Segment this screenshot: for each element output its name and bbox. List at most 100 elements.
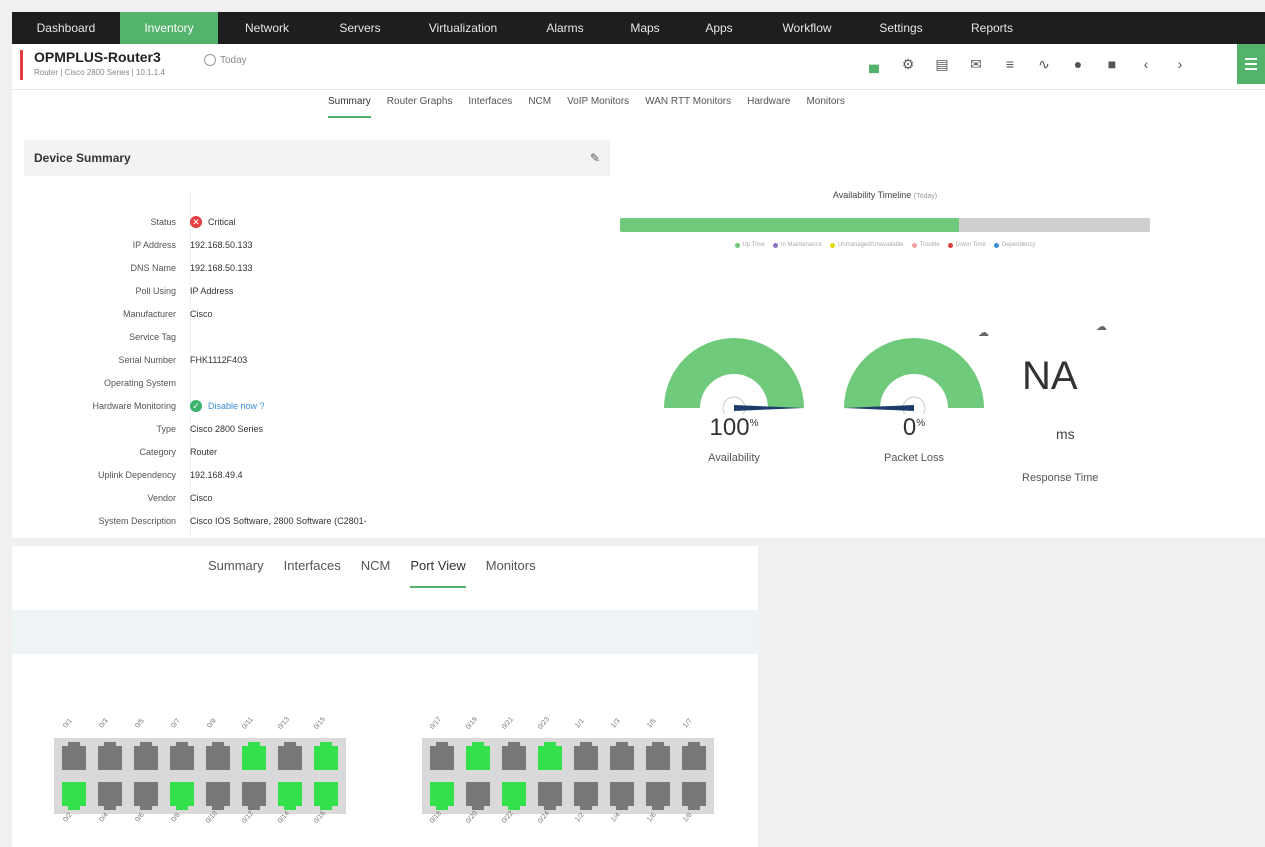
port-0-9[interactable]	[204, 742, 232, 770]
port-0-24[interactable]	[536, 782, 564, 810]
port-1-7[interactable]	[680, 742, 708, 770]
port-0-11[interactable]	[240, 742, 268, 770]
port-0-18[interactable]	[428, 782, 456, 810]
port-0-20[interactable]	[464, 782, 492, 810]
bottom-tab-port-view[interactable]: Port View	[410, 556, 466, 588]
port-icon	[502, 782, 526, 810]
globe-icon[interactable]: ●	[1066, 52, 1090, 76]
mail-icon[interactable]: ✉	[964, 52, 988, 76]
timeline-up-fill	[620, 218, 960, 232]
nav-item-inventory[interactable]: Inventory	[120, 12, 218, 44]
port-1-4[interactable]	[608, 782, 636, 810]
summary-value-text[interactable]: Disable now ?	[208, 401, 265, 411]
port-icon	[682, 742, 706, 770]
summary-key: Type	[156, 423, 176, 434]
port-0-17[interactable]	[428, 742, 456, 770]
menu-button[interactable]	[1237, 44, 1265, 84]
port-0-13[interactable]	[276, 742, 304, 770]
chevron-left-icon[interactable]: ‹	[1134, 52, 1158, 76]
cloud-icon[interactable]: ☁	[1096, 320, 1107, 333]
port-0-4[interactable]	[96, 782, 124, 810]
port-0-7[interactable]	[168, 742, 196, 770]
packet-loss-value: 0%	[840, 414, 988, 442]
bottom-tab-monitors[interactable]: Monitors	[486, 556, 536, 588]
summary-row: Vendor Cisco	[24, 486, 504, 509]
tab-summary[interactable]: Summary	[328, 90, 371, 118]
port-0-5[interactable]	[132, 742, 160, 770]
nav-item-maps[interactable]: Maps	[608, 12, 682, 44]
port-0-19[interactable]	[464, 742, 492, 770]
timeline-bar[interactable]	[620, 218, 1150, 232]
port-label: 0/5	[134, 717, 146, 730]
nav-item-virtualization[interactable]: Virtualization	[404, 12, 522, 44]
port-0-12[interactable]	[240, 782, 268, 810]
port-icon	[170, 782, 194, 810]
port-1-2[interactable]	[572, 782, 600, 810]
port-0-6[interactable]	[132, 782, 160, 810]
port-0-15[interactable]	[312, 742, 340, 770]
tab-monitors[interactable]: Monitors	[806, 90, 844, 118]
nav-item-network[interactable]: Network	[218, 12, 316, 44]
summary-row: IP Address 192.168.50.133	[24, 233, 504, 256]
chart-icon[interactable]: ▄	[862, 52, 886, 76]
tab-ncm[interactable]: NCM	[528, 90, 551, 118]
bottom-tab-summary[interactable]: Summary	[208, 556, 264, 588]
monitor-icon[interactable]: ■	[1100, 52, 1124, 76]
tab-wan-rtt-monitors[interactable]: WAN RTT Monitors	[645, 90, 731, 118]
port-0-16[interactable]	[312, 782, 340, 810]
nav-item-dashboard[interactable]: Dashboard	[12, 12, 120, 44]
summary-key: System Description	[98, 515, 176, 526]
device-toolbar: ▄ ⚙ ▤ ✉ ≡ ∿ ● ■ ‹ ›	[862, 52, 1192, 76]
port-1-1[interactable]	[572, 742, 600, 770]
summary-key: IP Address	[132, 239, 176, 250]
port-0-14[interactable]	[276, 782, 304, 810]
device-icon[interactable]: ▤	[930, 52, 954, 76]
summary-value: Cisco 2800 Series	[190, 424, 263, 434]
tab-voip-monitors[interactable]: VoIP Monitors	[567, 90, 629, 118]
port-icon	[206, 742, 230, 770]
port-0-8[interactable]	[168, 782, 196, 810]
graph-icon[interactable]: ∿	[1032, 52, 1056, 76]
port-0-2[interactable]	[60, 782, 88, 810]
chevron-right-icon[interactable]: ›	[1168, 52, 1192, 76]
nav-item-settings[interactable]: Settings	[858, 12, 944, 44]
port-0-1[interactable]	[60, 742, 88, 770]
port-1-6[interactable]	[644, 782, 672, 810]
port-0-22[interactable]	[500, 782, 528, 810]
nav-item-workflow[interactable]: Workflow	[756, 12, 858, 44]
summary-value-text: 192.168.50.133	[190, 239, 253, 250]
nav-item-alarms[interactable]: Alarms	[522, 12, 608, 44]
tab-router-graphs[interactable]: Router Graphs	[387, 90, 453, 118]
summary-key: Poll Using	[135, 285, 176, 296]
device-name[interactable]: OPMPLUS-Router3	[34, 49, 161, 65]
bottom-tab-interfaces[interactable]: Interfaces	[284, 556, 341, 588]
edit-icon[interactable]: ✎	[590, 151, 600, 165]
port-1-5[interactable]	[644, 742, 672, 770]
port-0-3[interactable]	[96, 742, 124, 770]
cloud-icon[interactable]: ☁	[978, 326, 989, 339]
port-0-23[interactable]	[536, 742, 564, 770]
port-1-8[interactable]	[680, 782, 708, 810]
nav-item-apps[interactable]: Apps	[682, 12, 756, 44]
gear-icon[interactable]: ⚙	[896, 52, 920, 76]
summary-value: Router	[190, 447, 217, 457]
tab-interfaces[interactable]: Interfaces	[468, 90, 512, 118]
port-0-21[interactable]	[500, 742, 528, 770]
critical-icon: ✕	[190, 215, 202, 228]
time-selector[interactable]: Today	[204, 54, 247, 66]
summary-value-text: Cisco IOS Software, 2800 Software (C2801…	[190, 515, 367, 526]
port-icon	[502, 742, 526, 770]
summary-key: Manufacturer	[122, 308, 176, 319]
port-0-10[interactable]	[204, 782, 232, 810]
top-navigation: Dashboard Inventory Network Servers Virtuali…	[12, 12, 1265, 44]
link-icon[interactable]: ≡	[998, 52, 1022, 76]
response-time-label: Response Time	[1022, 472, 1099, 484]
nav-item-servers[interactable]: Servers	[316, 12, 404, 44]
port-icon	[430, 742, 454, 770]
summary-value-text: Cisco	[190, 308, 213, 319]
tab-hardware[interactable]: Hardware	[747, 90, 790, 118]
bottom-tab-ncm[interactable]: NCM	[361, 556, 391, 588]
nav-item-reports[interactable]: Reports	[944, 12, 1040, 44]
packet-loss-unit: %	[916, 418, 926, 429]
port-1-3[interactable]	[608, 742, 636, 770]
